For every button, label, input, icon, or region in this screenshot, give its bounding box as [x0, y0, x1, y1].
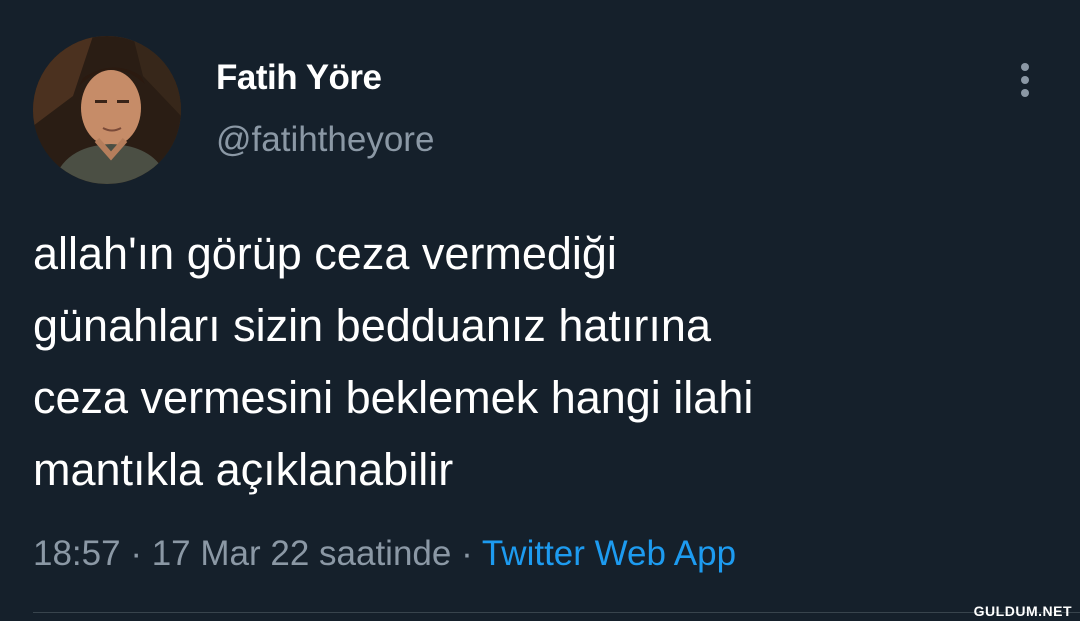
tweet-date[interactable]: 17 Mar 22 saatinde [152, 534, 452, 573]
tweet-source-link[interactable]: Twitter Web App [482, 534, 736, 573]
tweet-time[interactable]: 18:57 [33, 534, 121, 573]
display-name[interactable]: Fatih Yöre [216, 58, 382, 98]
watermark: GULDUM.NET [973, 603, 1072, 619]
meta-separator: · [130, 534, 142, 573]
tweet-meta: 18:57 · 17 Mar 22 saatinde · Twitter Web… [33, 534, 736, 574]
avatar[interactable] [33, 36, 181, 184]
user-handle[interactable]: @fatihtheyore [216, 120, 434, 160]
more-options-button[interactable] [1010, 60, 1040, 100]
meta-separator: · [461, 534, 473, 573]
more-vertical-icon [1021, 63, 1029, 97]
profile-photo-icon [33, 36, 181, 184]
tweet-text: allah'ın görüp ceza vermediği günahları … [33, 228, 754, 495]
divider [33, 612, 1080, 613]
